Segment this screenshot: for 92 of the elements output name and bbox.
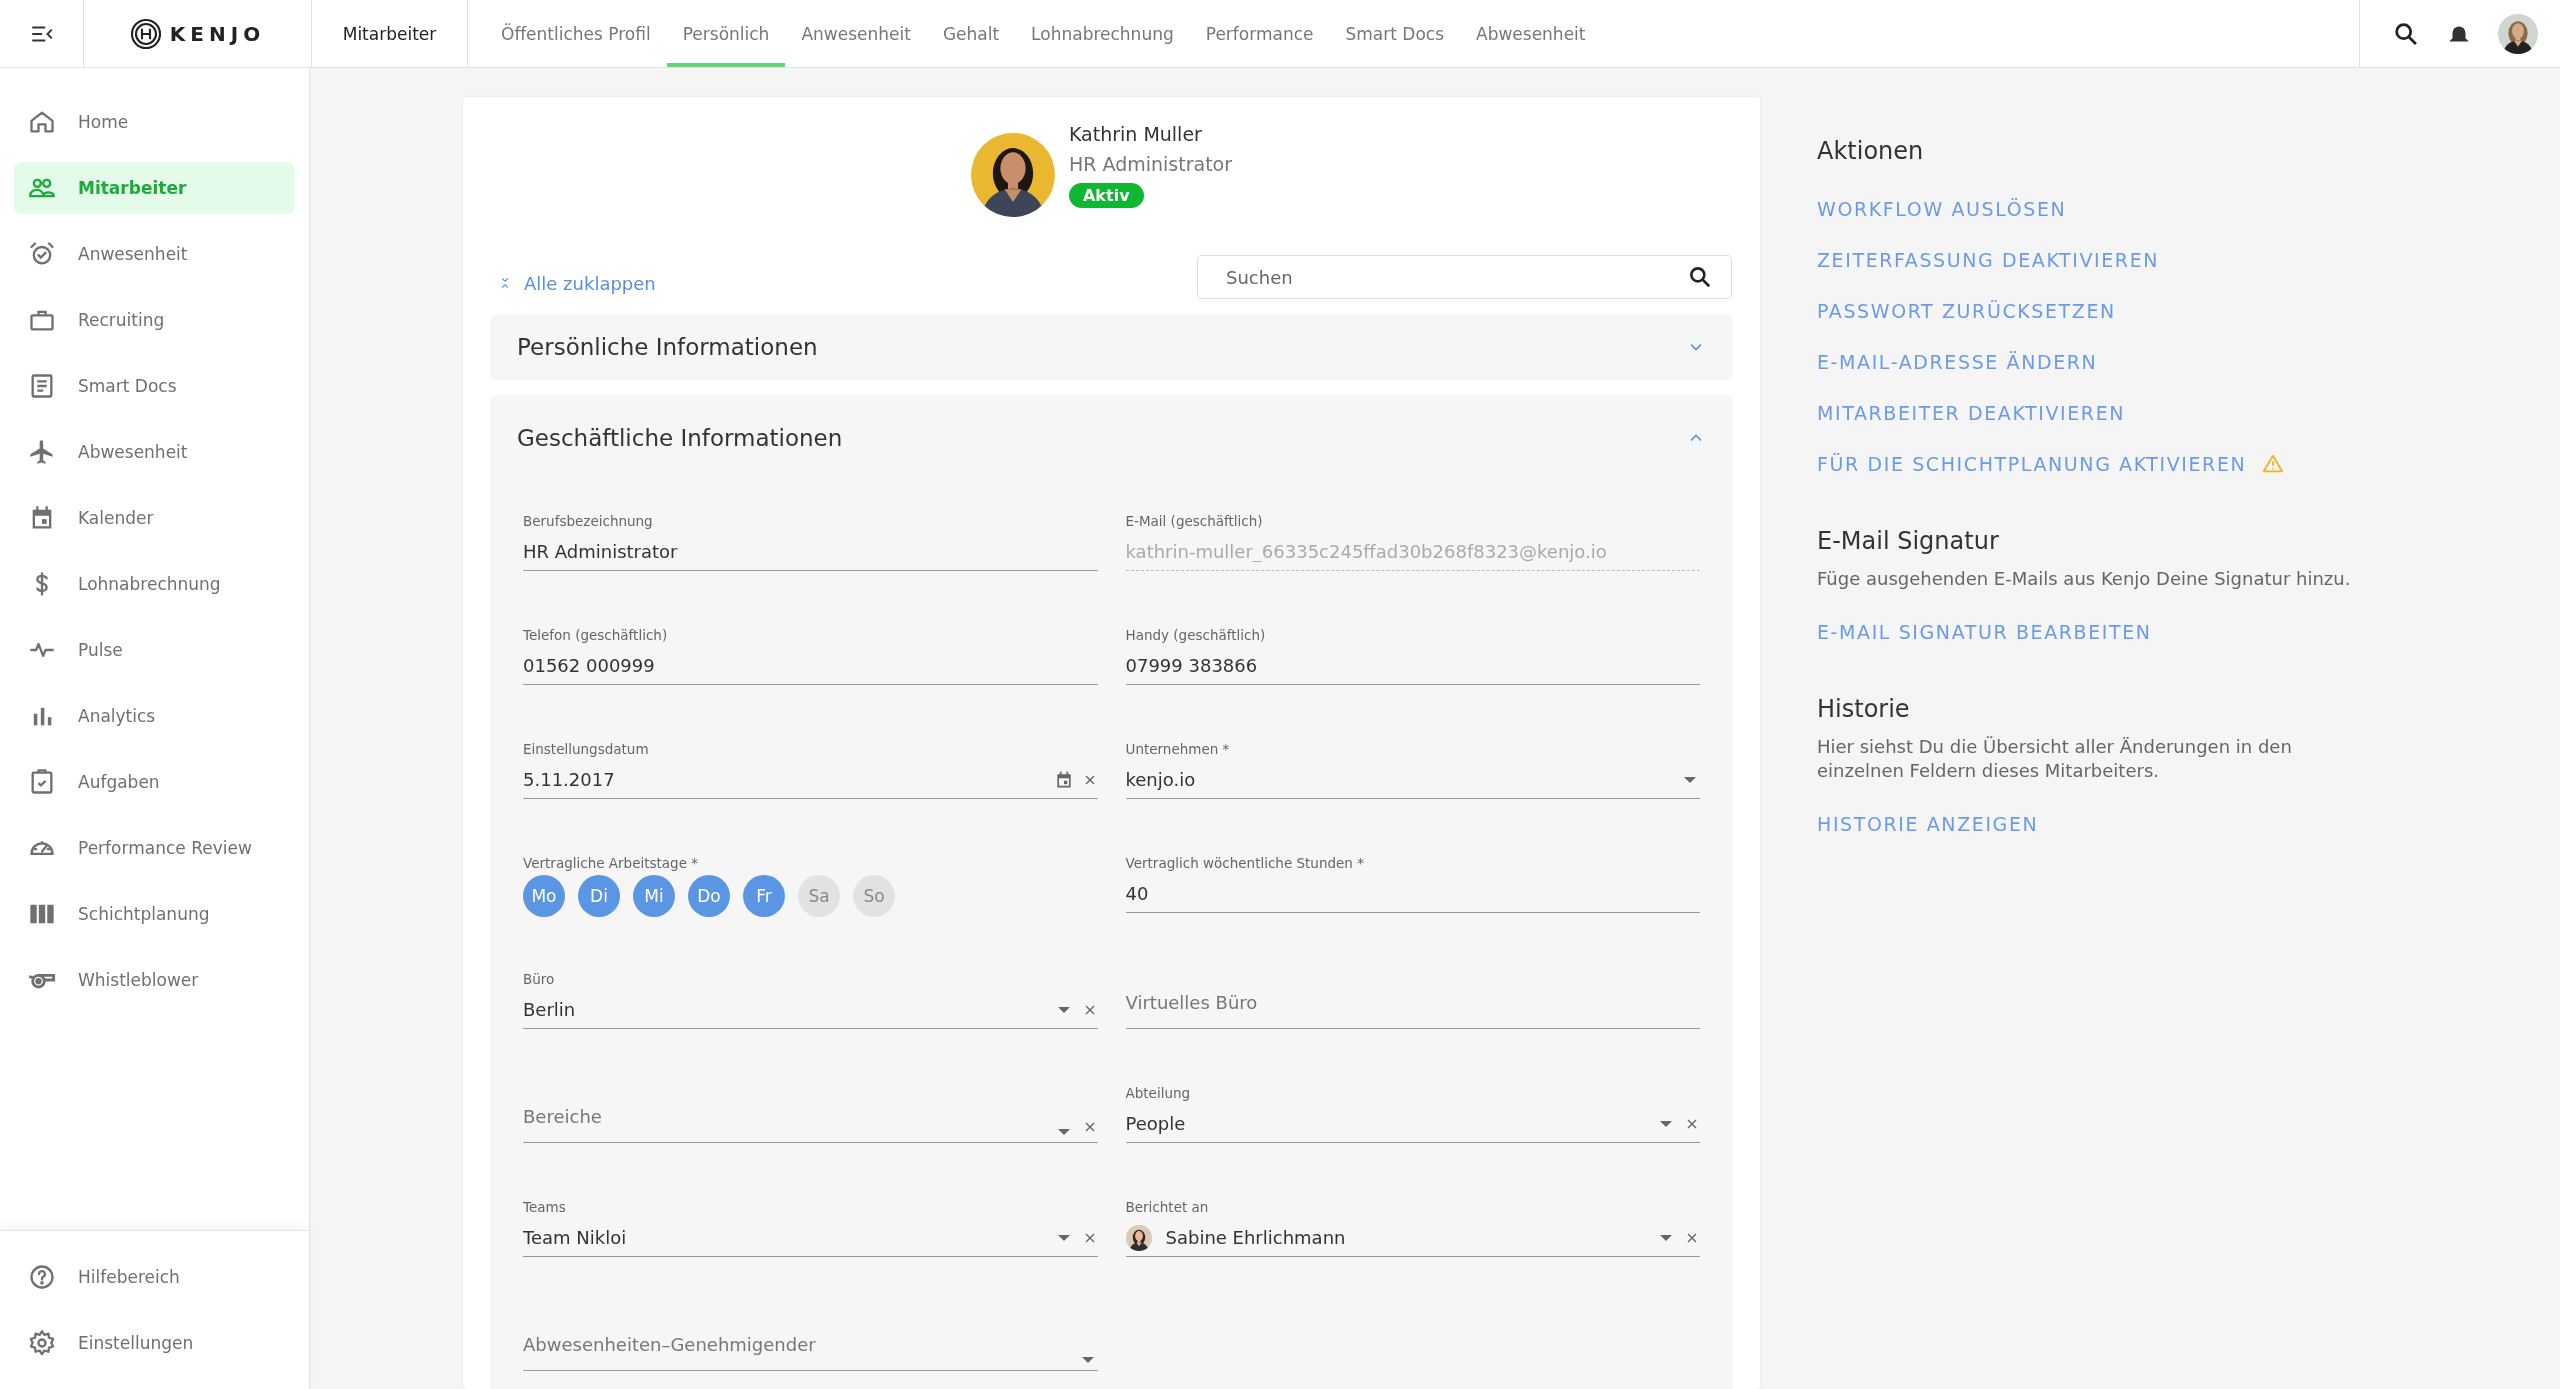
text-field[interactable]: 07999 383866 bbox=[1125, 655, 1700, 676]
dropdown-field[interactable]: Team Nikloi bbox=[523, 1227, 1046, 1248]
weekday-toggle[interactable]: Fr bbox=[743, 875, 785, 917]
caret-icon bbox=[1057, 1006, 1070, 1013]
employee-name: Kathrin Muller bbox=[1068, 123, 1202, 145]
action-link[interactable]: MITARBEITER DEAKTIVIEREN bbox=[1817, 387, 2457, 438]
airplane-icon bbox=[28, 438, 56, 466]
sidebar-item[interactable]: Mitarbeiter bbox=[14, 162, 295, 214]
sidebar-item[interactable]: Anwesenheit bbox=[14, 228, 295, 280]
tab[interactable]: Lohnabrechnung bbox=[1015, 0, 1190, 67]
field-label: Büro bbox=[523, 971, 555, 987]
weekday-toggle[interactable]: Mo bbox=[523, 875, 565, 917]
weekday-toggle[interactable]: Sa bbox=[798, 875, 840, 917]
dropdown-field[interactable]: Abwesenheiten–Genehmigender bbox=[523, 1325, 1070, 1363]
text-field[interactable]: Virtuelles Büro bbox=[1125, 983, 1700, 1021]
status-badge: Aktiv bbox=[1068, 183, 1144, 208]
sidebar-item[interactable]: Aufgaben bbox=[14, 756, 295, 808]
sidebar-item[interactable]: Abwesenheit bbox=[14, 426, 295, 478]
collapse-all-link[interactable]: Alle zuklappen bbox=[490, 260, 664, 294]
section-header[interactable]: Persönliche Informationen bbox=[490, 314, 1733, 380]
field-label: Berichtet an bbox=[1125, 1199, 1209, 1215]
settings-icon bbox=[28, 1329, 56, 1357]
search-icon bbox=[1687, 264, 1713, 290]
weekday-toggle[interactable]: So bbox=[853, 875, 895, 917]
field-label: Telefon (geschäftlich) bbox=[523, 627, 668, 643]
field-label: Vertraglich wöchentliche Stunden * bbox=[1125, 855, 1364, 871]
field-label: Einstellungsdatum bbox=[523, 741, 649, 757]
logo-icon bbox=[129, 17, 162, 50]
action-link[interactable]: ZEITERFASSUNG DEAKTIVIEREN bbox=[1817, 234, 2457, 285]
sidebar-item[interactable]: Schichtplanung bbox=[14, 888, 295, 940]
sidebar-item[interactable]: Recruiting bbox=[14, 294, 295, 346]
dropdown-field[interactable]: Sabine Ehrlichmann bbox=[1165, 1227, 1648, 1248]
tab[interactable]: Performance bbox=[1189, 0, 1330, 67]
panel-description: Füge ausgehenden E-Mails aus Kenjo Deine Signatur hinzu. bbox=[1817, 567, 2352, 591]
sidebar-item[interactable]: Whistleblower bbox=[14, 954, 295, 1006]
sidebar-item[interactable]: Analytics bbox=[14, 690, 295, 742]
panel-description: Hier siehst Du die Übersicht aller Änderungen in den einzelnen Feldern dieses Mitarbeiters. bbox=[1817, 735, 2293, 783]
field-label: Vertragliche Arbeitstage * bbox=[523, 855, 699, 871]
tab[interactable]: Persönlich bbox=[666, 0, 786, 67]
tab[interactable]: Anwesenheit bbox=[785, 0, 927, 67]
caret-icon bbox=[1057, 1234, 1070, 1241]
sidebar-item[interactable]: Hilfebereich bbox=[14, 1251, 295, 1303]
field-label: E-Mail (geschäftlich) bbox=[1125, 513, 1263, 529]
warning-icon bbox=[2262, 452, 2285, 475]
logo-text: KENJO bbox=[169, 21, 266, 46]
text-field[interactable]: HR Administrator bbox=[523, 541, 1098, 562]
dropdown-field[interactable]: People bbox=[1125, 1113, 1648, 1134]
weekday-toggle[interactable]: Di bbox=[578, 875, 620, 917]
sidebar-item[interactable]: Home bbox=[14, 96, 295, 148]
caret-icon bbox=[1057, 1129, 1070, 1135]
caret-icon bbox=[1660, 1234, 1672, 1241]
action-link[interactable]: E-MAIL-ADRESSE ÄNDERN bbox=[1817, 336, 2457, 387]
caret-icon bbox=[1684, 776, 1696, 783]
dropdown-field[interactable]: Bereiche bbox=[523, 1097, 1046, 1135]
caret-icon bbox=[1081, 1357, 1094, 1363]
panel-heading: Historie bbox=[1817, 695, 1911, 724]
panel-heading: E-Mail Signatur bbox=[1817, 527, 2000, 555]
action-link[interactable]: HISTORIE ANZEIGEN bbox=[1817, 798, 2039, 850]
action-link[interactable]: PASSWORT ZURÜCKSETZEN bbox=[1817, 285, 2457, 336]
sidebar-item[interactable]: Kalender bbox=[14, 492, 295, 544]
search-box[interactable]: Suchen bbox=[1197, 255, 1732, 299]
help-icon bbox=[28, 1263, 56, 1291]
sidebar-item[interactable]: Pulse bbox=[14, 624, 295, 676]
employee-role: HR Administrator bbox=[1068, 153, 1233, 175]
section-title: Mitarbeiter bbox=[342, 23, 437, 44]
dropdown-field[interactable]: Berlin bbox=[523, 999, 1046, 1020]
weekday-toggle[interactable]: Do bbox=[688, 875, 730, 917]
field-label: Teams bbox=[523, 1199, 566, 1215]
sidebar-item[interactable]: Lohnabrechnung bbox=[14, 558, 295, 610]
date-field[interactable]: 5.11.2017 bbox=[523, 769, 1046, 790]
weekday-toggle[interactable]: Mi bbox=[633, 875, 675, 917]
field-label: Abteilung bbox=[1125, 1085, 1191, 1101]
section-header[interactable]: Geschäftliche Informationen bbox=[490, 395, 1733, 481]
text-field[interactable]: 40 bbox=[1125, 883, 1700, 904]
tab[interactable]: Gehalt bbox=[926, 0, 1016, 67]
sidebar-item[interactable]: Einstellungen bbox=[14, 1317, 295, 1369]
caret-icon bbox=[1660, 1120, 1672, 1127]
text-field[interactable]: 01562 000999 bbox=[523, 655, 1098, 676]
action-link[interactable]: FÜR DIE SCHICHTPLANUNG AKTIVIEREN bbox=[1817, 438, 2457, 489]
search-field[interactable]: Suchen bbox=[1226, 257, 1687, 297]
field-label: Unternehmen * bbox=[1125, 741, 1230, 757]
field-label: Berufsbezeichnung bbox=[523, 513, 653, 529]
sidebar-item[interactable]: Smart Docs bbox=[14, 360, 295, 412]
action-link[interactable]: E-MAIL SIGNATUR BEARBEITEN bbox=[1817, 606, 2152, 658]
panel-heading: Aktionen bbox=[1817, 137, 1925, 165]
field-label: Handy (geschäftlich) bbox=[1125, 627, 1266, 643]
sidebar-item[interactable]: Performance Review bbox=[14, 822, 295, 874]
tab[interactable]: Abwesenheit bbox=[1460, 0, 1602, 67]
dropdown-field[interactable]: kenjo.io bbox=[1125, 769, 1672, 790]
tab[interactable]: Smart Docs bbox=[1329, 0, 1460, 67]
action-link[interactable]: WORKFLOW AUSLÖSEN bbox=[1817, 183, 2457, 234]
tab[interactable]: Öffentliches Profil bbox=[485, 0, 667, 67]
